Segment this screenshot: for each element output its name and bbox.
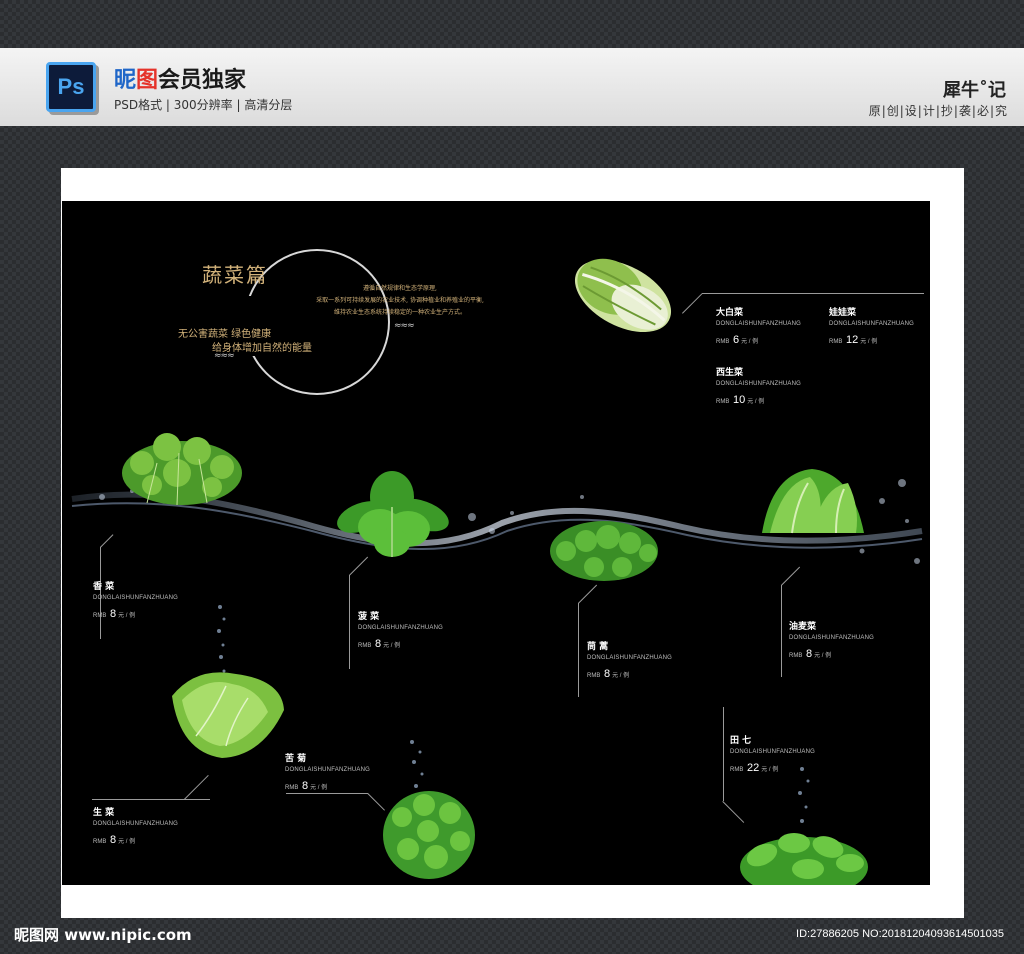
- product-name: 油麦菜: [789, 622, 817, 632]
- product-english-name: DONGLAISHUNFANZHUANG: [730, 749, 816, 755]
- product-label: 茼 蒿 DONGLAISHUNFANZHUANG RMB 8元 / 例: [587, 639, 672, 680]
- product-name: 菠 菜: [358, 612, 380, 622]
- leader-line: [349, 575, 350, 669]
- product-price: RMB 22 元 / 例: [730, 762, 779, 774]
- product-price: RMB 12 元 / 例: [829, 334, 878, 346]
- product-label: 娃娃菜 DONGLAISHUNFANZHUANG RMB 12 元 / 例: [829, 305, 914, 346]
- image-id-text: ID:27886205 NO:20181204093614501035: [796, 928, 1004, 940]
- leader-line: [723, 707, 724, 801]
- product-price: RMB 8元 / 例: [93, 834, 136, 846]
- author-name: 犀牛˚记: [943, 80, 1006, 101]
- product-english-name: DONGLAISHUNFANZHUANG: [285, 767, 371, 773]
- product-name: 田 七: [730, 736, 752, 746]
- product-name: 生 菜: [93, 808, 115, 818]
- product-english-name: DONGLAISHUNFANZHUANG: [93, 595, 179, 601]
- product-price: RMB 8元 / 例: [587, 668, 630, 680]
- spinach-image: [337, 471, 449, 557]
- product-label: 西生菜 DONGLAISHUNFANZHUANG RMB 10 元 / 例: [716, 365, 801, 406]
- product-label: 苦 菊 DONGLAISHUNFANZHUANG RMB 8元 / 例: [285, 751, 370, 792]
- product-name: 大白菜: [716, 308, 744, 318]
- banner-title-rest: 会员独家: [158, 68, 247, 93]
- banner-title: 昵图会员独家: [114, 62, 246, 94]
- poster-title: 蔬菜篇: [202, 263, 268, 287]
- intro-line-2: 采取一系列可持续发展的农业技术, 协调种植业和养殖业的平衡,: [316, 297, 484, 304]
- product-english-name: DONGLAISHUNFANZHUANG: [829, 321, 915, 327]
- photoshop-icon: Ps: [46, 62, 96, 112]
- product-english-name: DONGLAISHUNFANZHUANG: [358, 625, 444, 631]
- intro-text: 遵循自然规律和生态学原理, 采取一系列可持续发展的农业技术, 协调种植业和养殖业…: [290, 283, 510, 319]
- leader-line: [781, 585, 782, 677]
- napa-cabbage-image: [574, 258, 672, 333]
- product-name: 茼 蒿: [587, 642, 609, 652]
- product-name: 西生菜: [716, 368, 744, 378]
- product-label: 大白菜 DONGLAISHUNFANZHUANG RMB 6元 / 例: [716, 305, 801, 346]
- top-banner: Ps 昵图会员独家 PSD格式 | 300分辨率 | 高清分层 犀牛˚记 原|创…: [0, 48, 1024, 126]
- product-name: 娃娃菜: [829, 308, 857, 318]
- product-name: 香 菜: [93, 582, 115, 592]
- product-price: RMB 6元 / 例: [716, 334, 759, 346]
- product-price: RMB 8元 / 例: [358, 638, 401, 650]
- copyright-notice: 原|创|设|计|抄|袭|必|究: [868, 104, 1008, 118]
- banner-subtitle: PSD格式 | 300分辨率 | 高清分层: [114, 98, 293, 112]
- intro-line-3: 维持农业生态系统持续稳定的一种农业生产方式。: [333, 309, 466, 316]
- leader-line: [578, 603, 579, 697]
- intro-line-1: 遵循自然规律和生态学原理,: [363, 285, 437, 292]
- product-label: 田 七 DONGLAISHUNFANZHUANG RMB 22 元 / 例: [730, 733, 815, 774]
- product-english-name: DONGLAISHUNFANZHUANG: [93, 821, 179, 827]
- bubbles-endive: [410, 740, 424, 788]
- product-english-name: DONGLAISHUNFANZHUANG: [716, 321, 802, 327]
- wave-ornament-left: ≈≈≈: [214, 351, 235, 361]
- product-price: RMB 8元 / 例: [789, 648, 832, 660]
- product-price: RMB 8元 / 例: [93, 608, 136, 620]
- site-watermark: 昵图网 www.nipic.com: [14, 926, 192, 944]
- slogan-line-1: 无公害蔬菜 绿色健康: [178, 329, 272, 340]
- wave-ornament-right: ≈≈≈: [394, 321, 415, 331]
- banner-title-red: 图: [136, 68, 159, 93]
- leader-line: [702, 293, 924, 294]
- product-label: 菠 菜 DONGLAISHUNFANZHUANG RMB 8元 / 例: [358, 609, 443, 650]
- bubbles-lettuce: [217, 605, 226, 673]
- product-english-name: DONGLAISHUNFANZHUANG: [789, 635, 875, 641]
- product-price: RMB 10 元 / 例: [716, 394, 765, 406]
- product-name: 苦 菊: [285, 754, 307, 764]
- endive-image: [383, 791, 475, 879]
- product-price: RMB 8元 / 例: [285, 780, 328, 792]
- coriander-image: [122, 433, 242, 506]
- poster-artwork: 蔬菜篇 无公害蔬菜 绿色健康 给身体增加自然的能量 ≈≈≈ ≈≈≈ 遵循自然规律…: [62, 201, 930, 885]
- product-english-name: DONGLAISHUNFANZHUANG: [716, 381, 802, 387]
- product-english-name: DONGLAISHUNFANZHUANG: [587, 655, 673, 661]
- banner-title-blue: 昵: [114, 68, 137, 93]
- romaine-lettuce-image: [762, 469, 864, 534]
- product-label: 生 菜 DONGLAISHUNFANZHUANG RMB 8元 / 例: [93, 805, 178, 846]
- product-label: 香 菜 DONGLAISHUNFANZHUANG RMB 8元 / 例: [93, 579, 178, 620]
- leader-line: [286, 793, 368, 794]
- product-label: 油麦菜 DONGLAISHUNFANZHUANG RMB 8元 / 例: [789, 619, 874, 660]
- crown-daisy-image: [550, 521, 658, 581]
- leader-line: [92, 799, 210, 800]
